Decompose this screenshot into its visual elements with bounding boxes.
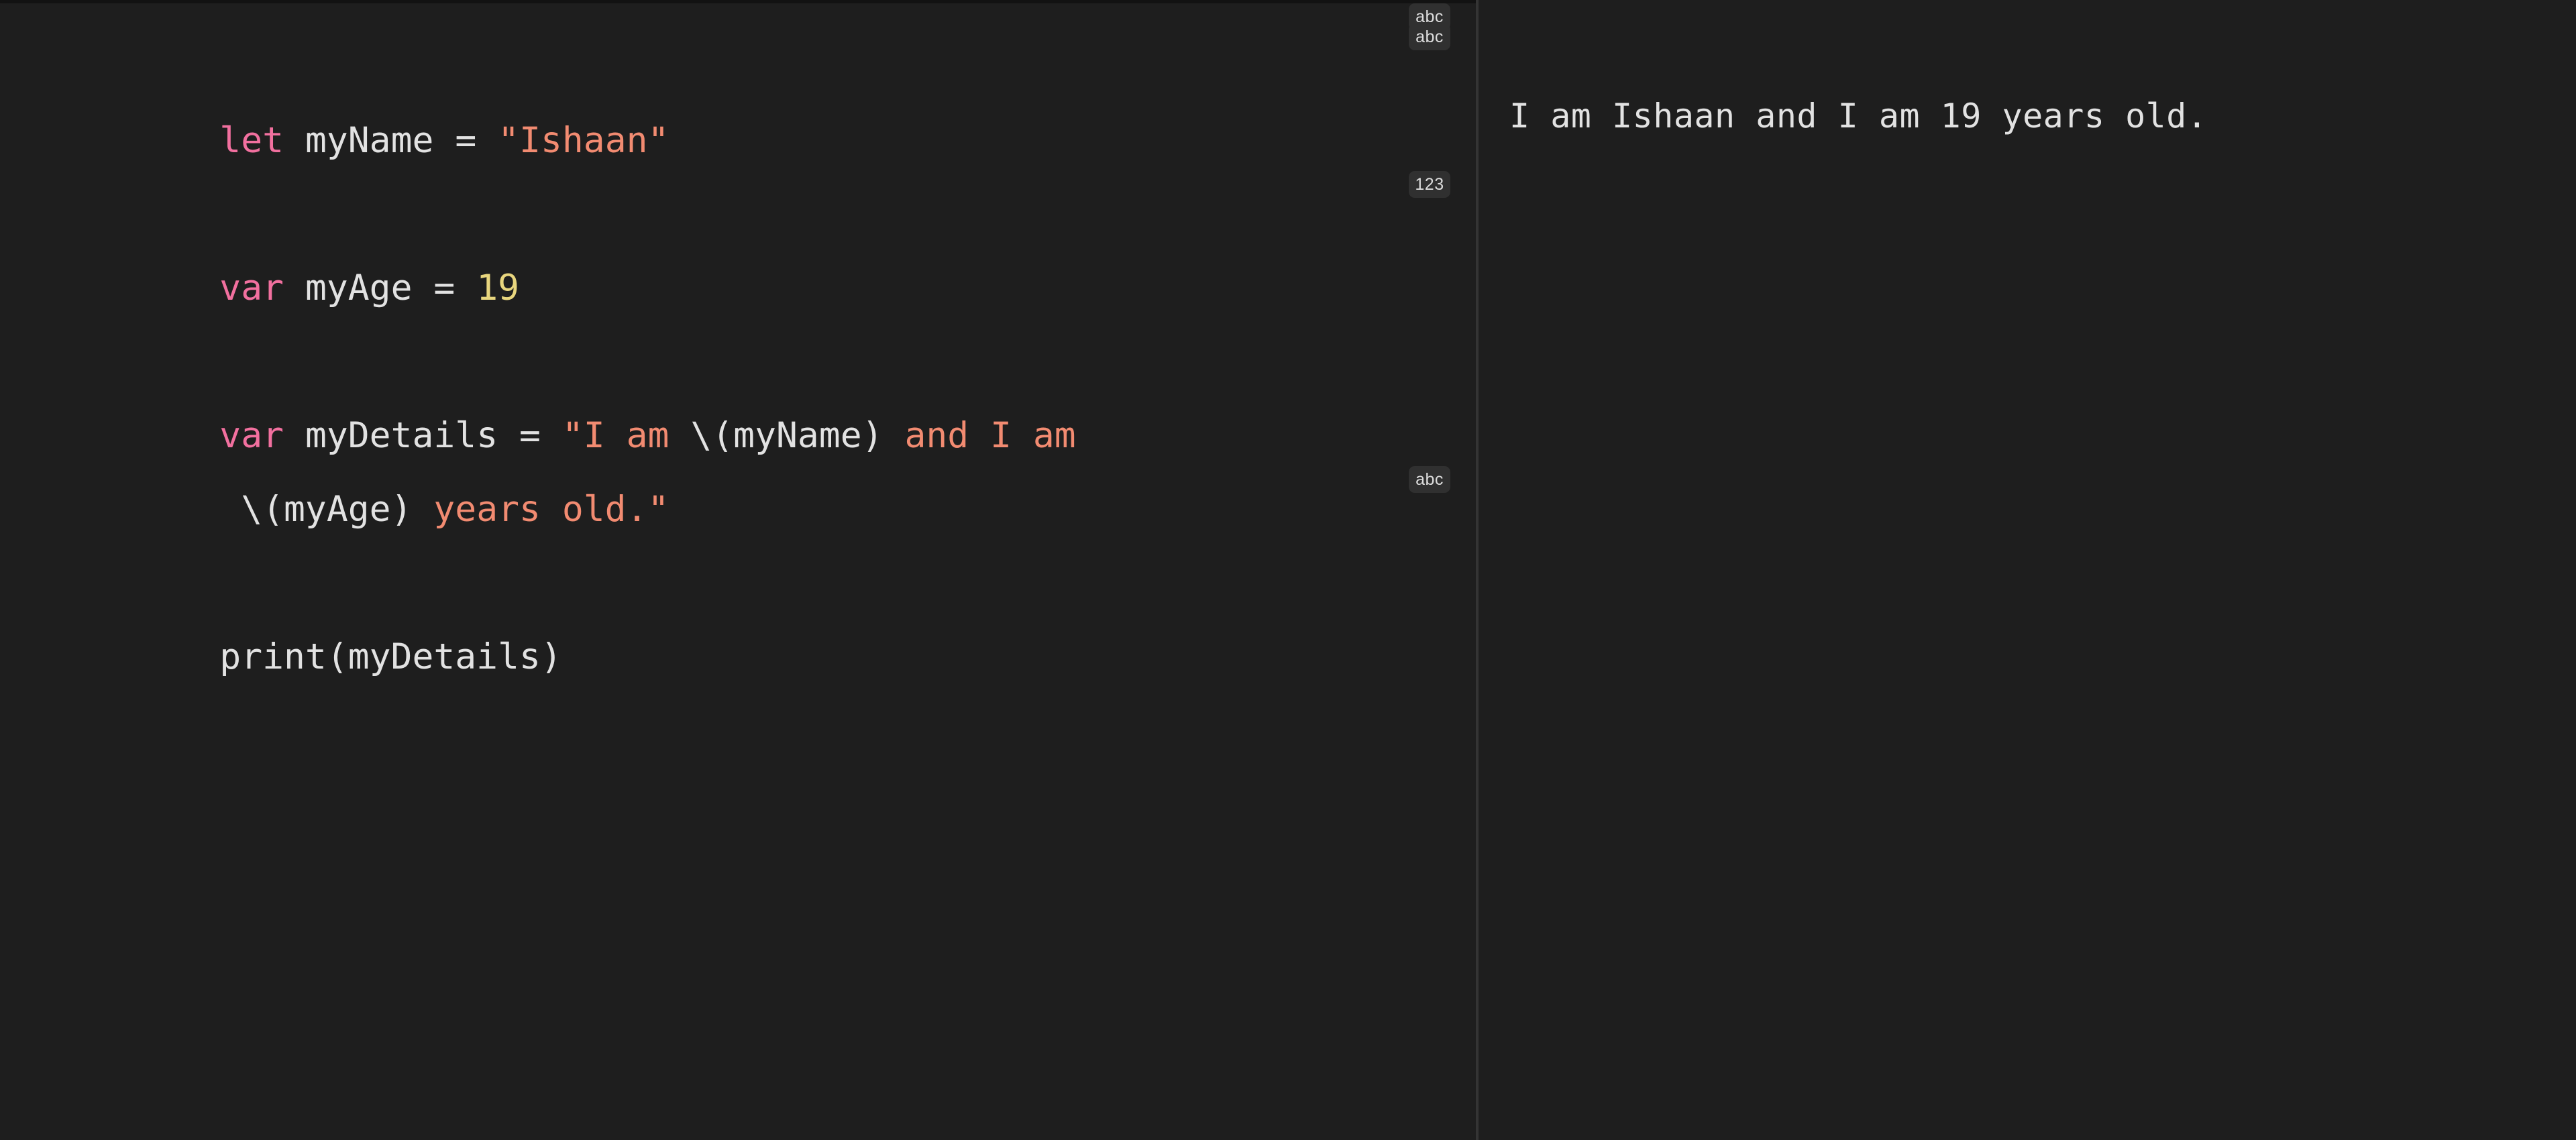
operator-assign: = <box>433 268 455 308</box>
result-badge-line-4[interactable]: abc <box>1409 466 1450 493</box>
playground-window: let myName = "Ishaan" var myAge = 19 var… <box>0 0 2576 1140</box>
code-line-4[interactable]: print(myDetails) <box>0 547 1476 677</box>
code-line-3[interactable]: var myDetails = "I am \(myName) and I am <box>0 325 1476 456</box>
code-area[interactable]: let myName = "Ishaan" var myAge = 19 var… <box>0 3 1476 677</box>
code-line-2[interactable]: var myAge = 19 <box>0 178 1476 308</box>
string-interpolation-myage: \(myAge) <box>241 489 413 530</box>
code-editor-pane[interactable]: let myName = "Ishaan" var myAge = 19 var… <box>0 0 1476 1140</box>
code-line-1[interactable]: let myName = "Ishaan" <box>0 30 1476 161</box>
identifier-myage: myAge <box>305 268 413 308</box>
console-output-text: I am Ishaan and I am 19 years old. <box>1509 97 2208 135</box>
result-badge-line-3[interactable]: abc <box>1409 3 1450 30</box>
operator-assign: = <box>455 120 477 161</box>
result-badge-line-2[interactable]: 123 <box>1409 171 1450 198</box>
keyword-var: var <box>219 268 284 308</box>
code-line-3-wrapped[interactable]: \(myAge) years old." <box>0 399 1476 530</box>
keyword-let: let <box>219 120 284 161</box>
print-statement: print(myDetails) <box>219 636 562 677</box>
string-literal-part-3: years old." <box>412 489 669 530</box>
console-output-pane[interactable]: I am Ishaan and I am 19 years old. <box>1479 0 2576 1140</box>
string-literal-ishaan: "Ishaan" <box>498 120 669 161</box>
number-literal-19: 19 <box>476 268 520 308</box>
wrap-indent <box>219 489 241 530</box>
identifier-myname: myName <box>305 120 434 161</box>
